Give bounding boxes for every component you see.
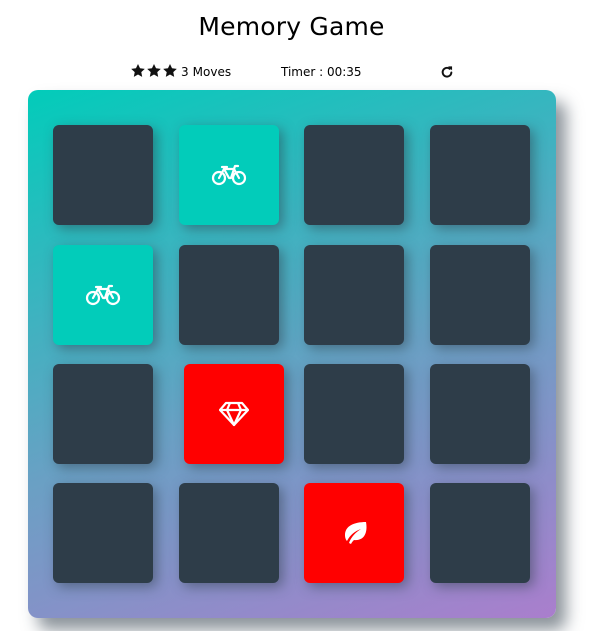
diamond-icon — [219, 401, 249, 427]
moves-count: 3 — [181, 65, 189, 79]
bicycle-icon — [211, 164, 247, 186]
star-icon — [163, 64, 177, 77]
score-panel: 3 Moves Timer : 00:35 — [0, 64, 597, 82]
moves-label: Moves — [192, 65, 232, 79]
timer: Timer : 00:35 — [281, 65, 362, 79]
card[interactable] — [304, 125, 404, 225]
card[interactable] — [304, 245, 404, 345]
memory-game-page: Memory Game 3 Moves Timer : 00:35 — [0, 0, 597, 631]
card[interactable] — [53, 125, 153, 225]
card[interactable] — [304, 364, 404, 464]
star-icon — [147, 64, 161, 77]
card-deck — [28, 90, 556, 618]
card[interactable] — [53, 483, 153, 583]
card[interactable] — [53, 245, 153, 345]
card[interactable] — [430, 364, 530, 464]
card[interactable] — [430, 125, 530, 225]
restart-button[interactable] — [440, 65, 454, 79]
card[interactable] — [304, 483, 404, 583]
card[interactable] — [184, 364, 284, 464]
card[interactable] — [179, 245, 279, 345]
card[interactable] — [179, 125, 279, 225]
card[interactable] — [430, 245, 530, 345]
moves-counter: 3 Moves — [181, 65, 231, 79]
card[interactable] — [430, 483, 530, 583]
star-rating — [131, 64, 177, 77]
bicycle-icon — [85, 284, 121, 306]
card[interactable] — [179, 483, 279, 583]
star-icon — [131, 64, 145, 77]
restart-icon — [440, 65, 454, 79]
card[interactable] — [53, 364, 153, 464]
leaf-icon — [340, 520, 368, 546]
page-title: Memory Game — [198, 12, 385, 41]
